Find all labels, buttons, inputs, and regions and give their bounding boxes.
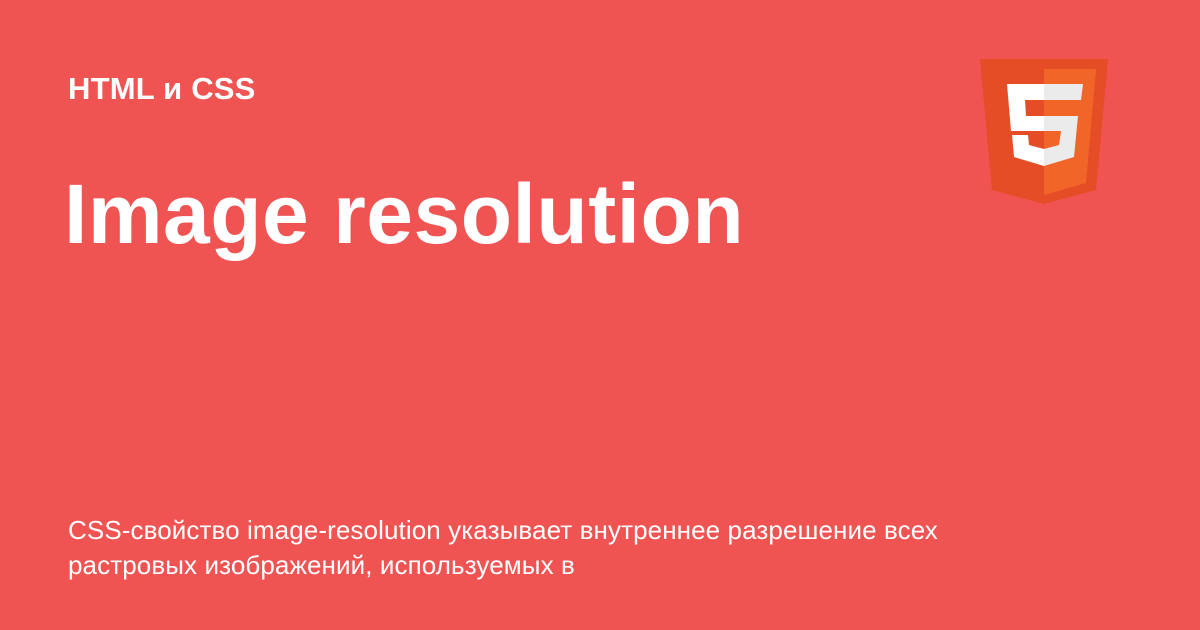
page-title: Image resolution [64,167,745,261]
social-card: HTML и CSS Image resolution CSS-свойство… [0,0,1200,630]
description-text: CSS-свойство image-resolution указывает … [68,515,938,580]
html5-logo-icon [980,59,1108,204]
category-label: HTML и CSS [68,71,256,106]
